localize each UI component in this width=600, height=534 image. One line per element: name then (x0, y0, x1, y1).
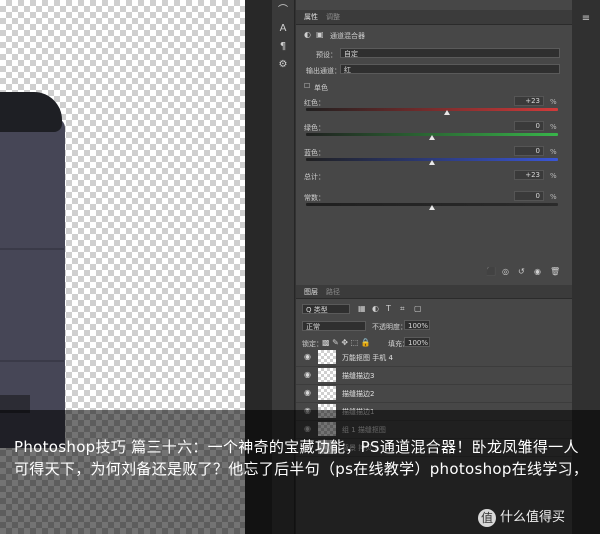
slider-track[interactable] (306, 108, 558, 111)
watermark-logo: 值 (478, 508, 496, 527)
preset-label: 预设： (316, 51, 337, 59)
settings-tool-icon[interactable]: ⚙ (272, 56, 294, 74)
clip-layer-icon[interactable]: ⬛ (486, 267, 496, 276)
layer-name: 万能抠图 手机 4 (342, 354, 393, 362)
layer-thumbnail (318, 350, 336, 364)
fill-input[interactable]: 100% (404, 337, 430, 347)
layer-kind-label: Q 类型 (306, 306, 328, 314)
filter-smart-icon[interactable]: ▢ (414, 304, 422, 313)
percent-unit: % (550, 123, 557, 131)
adjustment-layer-icon: ◐ (304, 30, 311, 39)
preset-value: 自定 (344, 50, 358, 58)
monochrome-label: 单色 (314, 84, 328, 92)
product-object-top (0, 92, 62, 132)
output-channel-label: 输出通道： (306, 67, 341, 75)
slider-value-input[interactable]: 0 (514, 121, 544, 131)
monochrome-checkbox[interactable]: ☐ (304, 82, 310, 90)
fill-value: 100% (408, 339, 429, 347)
slider-label: 蓝色： (304, 149, 325, 157)
slider-knob[interactable] (429, 205, 435, 210)
filter-shape-icon[interactable]: ⌗ (400, 304, 405, 314)
slider-value-input[interactable]: 0 (514, 191, 544, 201)
tab-layers[interactable]: 图层 (304, 287, 318, 297)
slider-value-input[interactable]: 0 (514, 146, 544, 156)
layer-kind-filter[interactable]: Q 类型 (302, 304, 350, 314)
watermark-text: 什么值得买 (500, 510, 566, 525)
layer-thumbnail (318, 368, 336, 382)
blend-mode-select[interactable]: 正常 (302, 321, 366, 331)
slider-value-input[interactable]: +23 (514, 170, 544, 180)
opacity-label: 不透明度： (372, 323, 407, 331)
watermark: 值什么值得买 (478, 506, 565, 527)
output-channel-value: 红 (344, 66, 351, 74)
slider-label: 常数： (304, 194, 325, 202)
output-channel-select[interactable]: 红 (340, 64, 560, 74)
layer-row[interactable]: ◉ 描缝描边3 (296, 366, 572, 385)
opacity-value: 100% (408, 322, 429, 330)
slider-label: 红色： (304, 99, 325, 107)
layer-thumbnail (318, 386, 336, 400)
opacity-input[interactable]: 100% (404, 320, 430, 330)
slider-knob[interactable] (444, 110, 451, 115)
panel-title: 通道混合器 (330, 32, 365, 40)
tab-adjustments[interactable]: 调整 (326, 12, 340, 22)
tab-paths[interactable]: 路径 (326, 287, 340, 297)
view-previous-icon[interactable]: ◎ (502, 267, 509, 276)
tab-properties[interactable]: 属性 (304, 12, 318, 22)
trash-icon[interactable]: 🗑 (550, 267, 560, 276)
layer-row[interactable]: ◉ 描缝描边2 (296, 384, 572, 403)
slider-label: 绿色： (304, 124, 325, 132)
layer-name: 描缝描边3 (342, 372, 375, 380)
slider-label: 总计： (304, 173, 325, 181)
layer-name: 描缝描边2 (342, 390, 375, 398)
percent-unit: % (550, 98, 557, 106)
eye-icon[interactable]: ◉ (304, 352, 311, 361)
percent-unit: % (550, 148, 557, 156)
filter-pixel-icon[interactable]: ▦ (358, 304, 366, 313)
filter-type-icon[interactable]: T (386, 304, 391, 313)
paragraph-tool-icon[interactable]: ¶ (272, 38, 294, 56)
brush-tool-icon[interactable]: ⌒ (272, 2, 294, 20)
filter-adjust-icon[interactable]: ◐ (372, 304, 379, 313)
layers-tabbar: 图层 路径 (296, 285, 572, 299)
product-seam-line (0, 360, 64, 362)
mask-icon: ▣ (316, 30, 324, 39)
eye-icon[interactable]: ◉ (304, 388, 311, 397)
properties-tabbar: 属性 调整 (296, 10, 572, 25)
collapse-icon[interactable]: ≡ (572, 10, 600, 28)
slider-knob[interactable] (429, 135, 435, 140)
reset-icon[interactable]: ↺ (518, 267, 525, 276)
type-tool-icon[interactable]: A (272, 20, 294, 38)
product-seam-line (0, 248, 64, 250)
article-title: Photoshop技巧 篇三十六：一个神奇的宝藏功能，PS通道混合器！卧龙凤雏得… (14, 438, 589, 478)
percent-unit: % (550, 193, 557, 201)
visibility-icon[interactable]: ◉ (534, 267, 541, 276)
preset-select[interactable]: 自定 (340, 48, 560, 58)
layer-row[interactable]: ◉ 万能抠图 手机 4 (296, 348, 572, 367)
blend-mode-value: 正常 (306, 323, 320, 331)
slider-knob[interactable] (429, 160, 435, 165)
percent-unit: % (550, 172, 557, 180)
eye-icon[interactable]: ◉ (304, 370, 311, 379)
lock-transparency-icon[interactable]: ▩ ✎ ✥ ⬚ 🔒 (322, 338, 371, 347)
slider-value-input[interactable]: +23 (514, 96, 544, 106)
